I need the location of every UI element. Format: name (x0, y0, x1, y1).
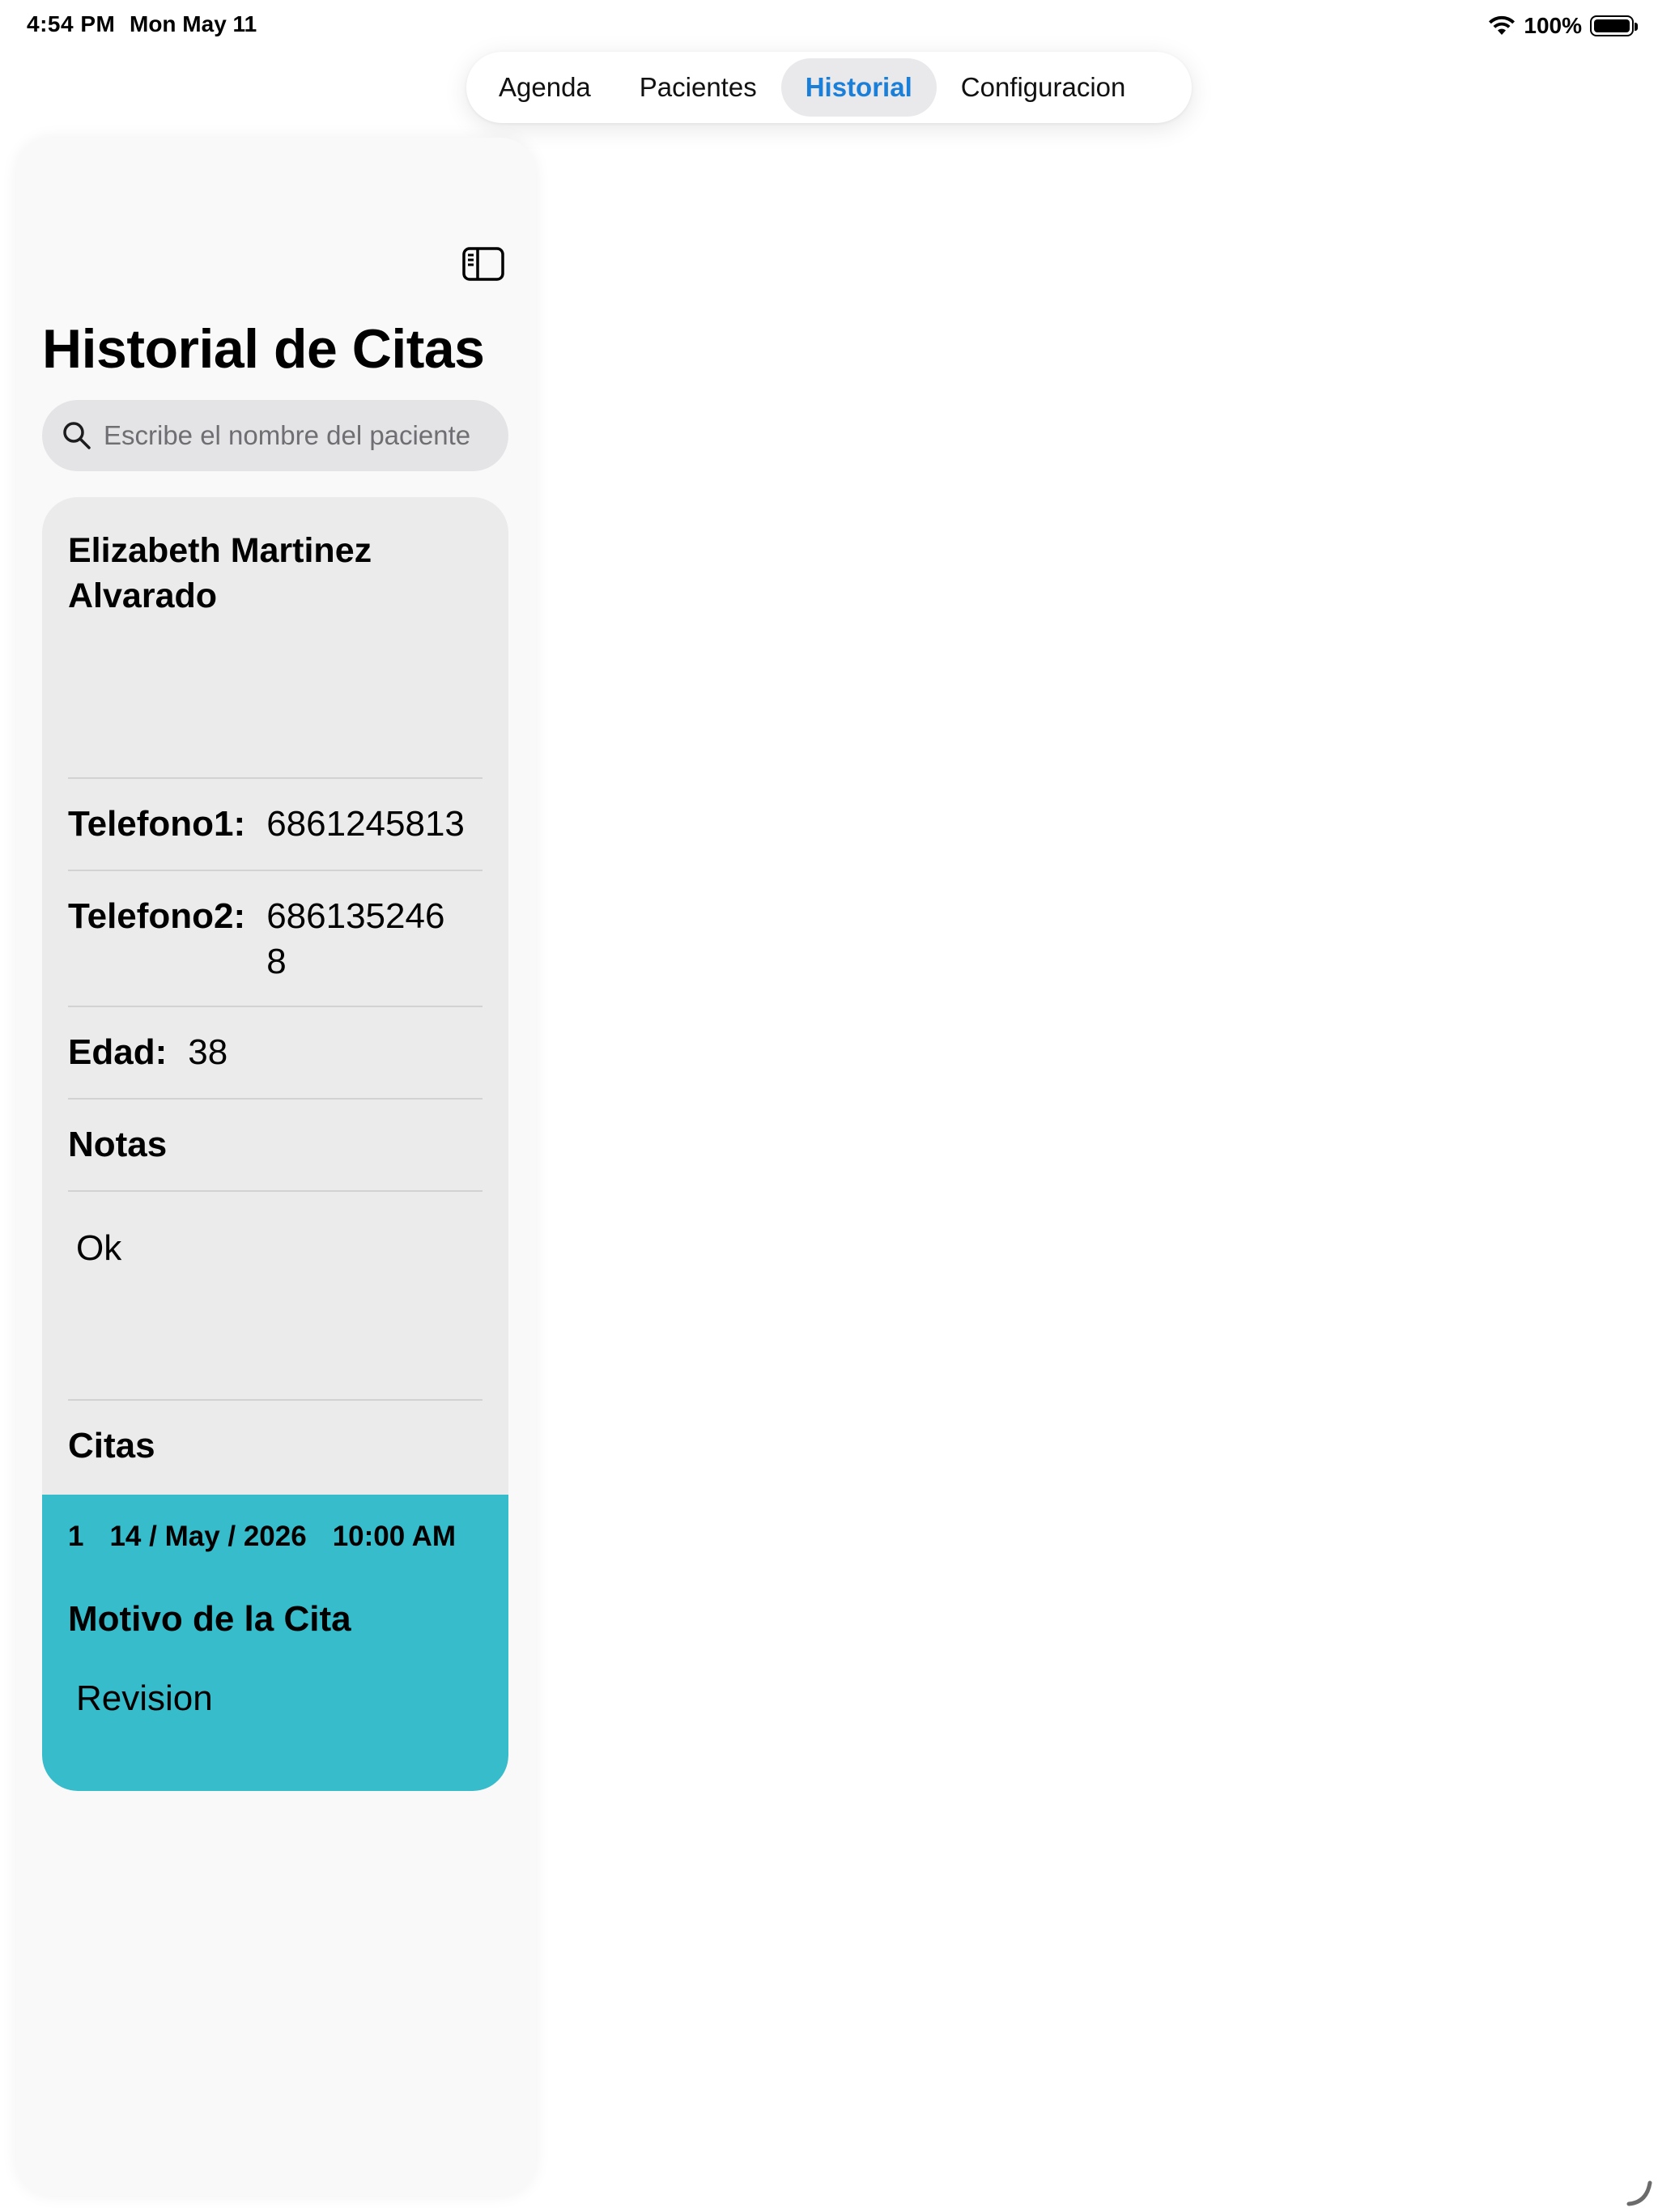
cita-card[interactable]: 1 14 / May / 2026 10:00 AM Motivo de la … (42, 1495, 508, 1791)
tab-configuracion[interactable]: Configuracion (937, 58, 1150, 117)
motivo-text[interactable]: Revision (76, 1676, 213, 1721)
status-bar: 4:54 PM Mon May 11 100% (0, 0, 1658, 52)
cita-number: 1 (68, 1521, 84, 1552)
patient-card[interactable]: Elizabeth Martinez Alvarado Telefono1: 6… (42, 497, 508, 1791)
tab-historial[interactable]: Historial (780, 58, 937, 117)
edad-label: Edad: (68, 1032, 168, 1072)
telefono1-row: Telefono1: 6861245813 (68, 802, 483, 847)
wifi-icon (1489, 15, 1516, 35)
search-field[interactable] (42, 400, 508, 471)
status-date: Mon May 11 (130, 11, 257, 36)
sidebar-toggle-icon[interactable] (461, 246, 505, 282)
search-input[interactable] (104, 420, 508, 451)
telefono2-value: 6861352468 (266, 896, 445, 981)
divider (68, 1006, 483, 1007)
divider (68, 1190, 483, 1192)
status-time: 4:54 PM (27, 11, 116, 36)
divider (68, 870, 483, 871)
status-indicators: 100% (1488, 10, 1638, 42)
telefono2-label: Telefono2: (68, 896, 246, 936)
notas-label: Notas (68, 1125, 168, 1164)
edad-row: Edad: 38 (68, 1030, 483, 1075)
cita-time: 10:00 AM (332, 1521, 457, 1552)
citas-heading: Citas (68, 1426, 155, 1465)
divider (68, 1399, 483, 1401)
sidebar: Historial de Citas Elizabeth Martinez Al… (16, 138, 536, 2196)
cita-date: 14 / May / 2026 (109, 1521, 307, 1552)
search-icon (63, 422, 91, 449)
page-title: Historial de Citas (42, 318, 485, 380)
telefono1-value: 6861245813 (266, 804, 465, 844)
divider (68, 1098, 483, 1100)
cita-header: 1 14 / May / 2026 10:00 AM (68, 1521, 456, 1553)
telefono1-label: Telefono1: (68, 804, 246, 844)
notas-text[interactable]: Ok (76, 1226, 121, 1271)
divider (68, 777, 483, 779)
tab-agenda[interactable]: Agenda (474, 58, 615, 117)
battery-icon (1590, 15, 1638, 36)
telefono2-row: Telefono2: 6861352468 (68, 894, 483, 985)
edad-value: 38 (188, 1032, 228, 1072)
resize-handle-icon[interactable] (1626, 2180, 1653, 2207)
battery-percent: 100% (1524, 13, 1582, 38)
tab-pacientes[interactable]: Pacientes (615, 58, 781, 117)
motivo-label: Motivo de la Cita (68, 1599, 351, 1639)
notas-row: Notas (68, 1122, 483, 1168)
top-tab-bar: Agenda Pacientes Historial Configuracion (466, 52, 1192, 123)
patient-name: Elizabeth Martinez Alvarado (68, 531, 372, 615)
